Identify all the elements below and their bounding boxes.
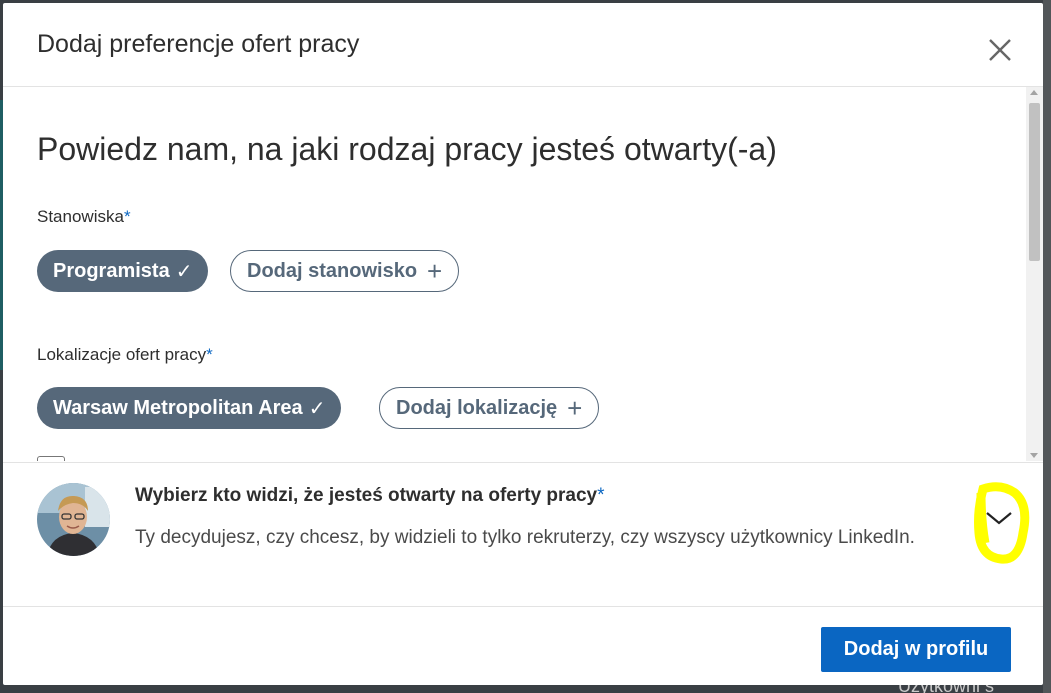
required-mark: *	[123, 207, 131, 226]
background-page-scrollbar	[1043, 0, 1051, 693]
scroll-down-arrow-icon[interactable]	[1030, 453, 1038, 458]
required-mark: *	[206, 345, 213, 364]
add-job-title-button[interactable]: Dodaj stanowisko +	[230, 250, 460, 292]
job-titles-label-text: Stanowiska	[37, 207, 124, 226]
scroll-up-arrow-icon[interactable]	[1030, 90, 1038, 95]
dialog-header: Dodaj preferencje ofert pracy	[3, 3, 1043, 87]
add-job-title-label: Dodaj stanowisko	[247, 259, 418, 282]
required-mark: *	[597, 485, 605, 506]
visibility-section[interactable]: Wybierz kto widzi, że jesteś otwarty na …	[3, 462, 1043, 607]
checkbox[interactable]	[37, 456, 65, 461]
profile-photo	[37, 483, 110, 556]
dialog-footer: Dodaj w profilu	[3, 607, 1043, 685]
check-icon: ✓	[308, 397, 326, 420]
close-button[interactable]	[983, 33, 1017, 67]
plus-icon: +	[427, 255, 443, 286]
check-icon: ✓	[175, 260, 193, 283]
visibility-description: Ty decydujesz, czy chcesz, by widzieli t…	[135, 527, 915, 548]
visibility-title: Wybierz kto widzi, że jesteś otwarty na …	[135, 485, 605, 507]
add-location-label: Dodaj lokalizację	[396, 396, 558, 419]
location-pill-selected[interactable]: Warsaw Metropolitan Area ✓	[37, 387, 342, 429]
avatar	[37, 483, 110, 556]
visibility-title-text: Wybierz kto widzi, że jesteś otwarty na …	[135, 485, 598, 506]
job-titles-label: Stanowiska*	[37, 207, 131, 227]
add-location-button[interactable]: Dodaj lokalizację +	[379, 387, 600, 429]
location-pill-label: Warsaw Metropolitan Area	[53, 396, 303, 419]
scrollbar-thumb[interactable]	[1029, 103, 1040, 261]
plus-icon: +	[567, 392, 583, 423]
form-heading: Powiedz nam, na jaki rodzaj pracy jesteś…	[37, 131, 777, 167]
add-to-profile-button[interactable]: Dodaj w profilu	[821, 627, 1011, 672]
job-preferences-dialog: Dodaj preferencje ofert pracy Powiedz na…	[3, 3, 1043, 685]
dialog-title: Dodaj preferencje ofert pracy	[37, 30, 360, 58]
job-title-pill-label: Programista	[53, 259, 170, 282]
expand-visibility-button[interactable]	[983, 505, 1015, 531]
locations-label: Lokalizacje ofert pracy*	[37, 345, 213, 365]
dialog-scrollbar[interactable]	[1026, 87, 1043, 461]
dialog-body[interactable]: Powiedz nam, na jaki rodzaj pracy jesteś…	[3, 87, 1043, 461]
close-icon	[989, 39, 1011, 61]
chevron-down-icon	[986, 512, 1012, 525]
locations-label-text: Lokalizacje ofert pracy	[37, 345, 207, 364]
job-title-pill-selected[interactable]: Programista ✓	[37, 250, 209, 292]
